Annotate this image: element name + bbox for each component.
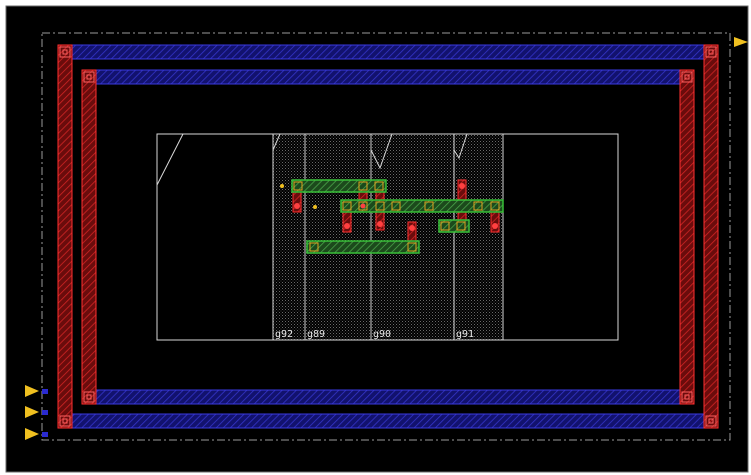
inner-ring-left[interactable] [81,69,97,405]
inner-ring-bottom[interactable] [81,389,695,405]
instance-g89[interactable] [304,133,372,341]
cell-label-g92: g92 [275,329,293,340]
inner-ring-top[interactable] [81,69,695,85]
inner-ring-right[interactable] [679,69,695,405]
outer-ring-bottom[interactable] [57,413,719,429]
outer-ring-right[interactable] [703,44,719,429]
cell-label-g91: g91 [456,329,474,340]
cell-label-g89: g89 [307,329,325,340]
cell-label-g90: g90 [373,329,391,340]
instance-g92[interactable] [272,133,306,341]
outer-ring-left[interactable] [57,44,73,429]
layout-canvas[interactable]: g92 g89 g90 g91 [0,0,751,475]
instance-g91[interactable] [453,133,504,341]
outer-ring-top[interactable] [57,44,719,60]
